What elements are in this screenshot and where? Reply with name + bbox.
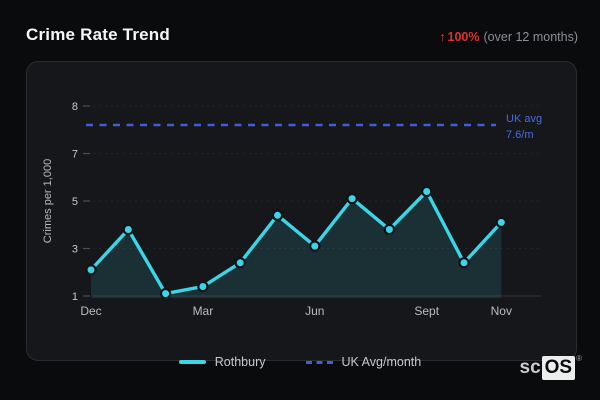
crime-trend-chart: 1 3 5 7 8 Dec Mar Jun Sept Nov Crimes per 1,000 U…	[42, 101, 542, 318]
area-fill	[91, 191, 502, 298]
data-point[interactable]	[421, 185, 433, 198]
crime-rate-dashboard: Crime Rate Trend ↑ 100% (over 12 months) 1…	[0, 0, 600, 400]
legend-item-rothbury[interactable]: Rothbury	[178, 355, 266, 369]
series-layer	[85, 185, 507, 300]
y-tick-label: 5	[72, 196, 78, 208]
legend-label: Rothbury	[214, 355, 266, 369]
chart-legend: Rothbury UK Avg/month	[0, 352, 600, 372]
ref-line-label-line1: UK avg	[506, 113, 542, 125]
data-point[interactable]	[495, 216, 507, 229]
chart-card: 1 3 5 7 8 Dec Mar Jun Sept Nov Crimes per 1,000 U…	[26, 61, 577, 361]
legend-label: UK Avg/month	[341, 355, 422, 369]
data-point[interactable]	[159, 287, 172, 300]
dashed-line-swatch-icon	[305, 360, 333, 364]
data-point[interactable]	[85, 264, 97, 276]
ref-line-label-line2: 7.6/m	[506, 129, 534, 141]
y-tick-label: 8	[72, 101, 78, 113]
y-tick-label: 3	[72, 244, 78, 256]
legend-item-uk-avg[interactable]: UK Avg/month	[305, 355, 422, 369]
data-point[interactable]	[197, 280, 209, 293]
x-axis-label: Nov	[491, 304, 512, 318]
solid-line-swatch-icon	[178, 360, 206, 364]
data-point[interactable]	[458, 257, 470, 269]
trend-caption: (over 12 months)	[483, 30, 578, 44]
trend-stat: ↑ 100% (over 12 months)	[439, 30, 578, 44]
data-point[interactable]	[122, 223, 135, 236]
x-axis-label: Dec	[80, 304, 101, 318]
data-point[interactable]	[383, 223, 396, 236]
y-tick-label: 7	[72, 149, 78, 161]
y-axis-title: Crimes per 1,000	[42, 159, 54, 243]
x-axis-label: Jun	[305, 304, 324, 318]
x-axis-label: Mar	[193, 304, 214, 318]
data-point[interactable]	[234, 257, 246, 269]
scos-logo: sc OS ®	[519, 354, 582, 380]
logo-box: OS	[541, 356, 576, 380]
trend-percent: 100%	[447, 30, 480, 44]
data-point[interactable]	[271, 209, 284, 221]
up-arrow-icon: ↑	[439, 30, 446, 44]
x-axis-label: Sept	[414, 304, 439, 318]
data-point[interactable]	[309, 240, 321, 252]
registered-mark: ®	[576, 354, 582, 363]
y-tick-label: 1	[72, 291, 78, 303]
page-title: Crime Rate Trend	[26, 25, 170, 44]
logo-prefix: sc	[519, 357, 541, 378]
data-point[interactable]	[346, 192, 358, 205]
